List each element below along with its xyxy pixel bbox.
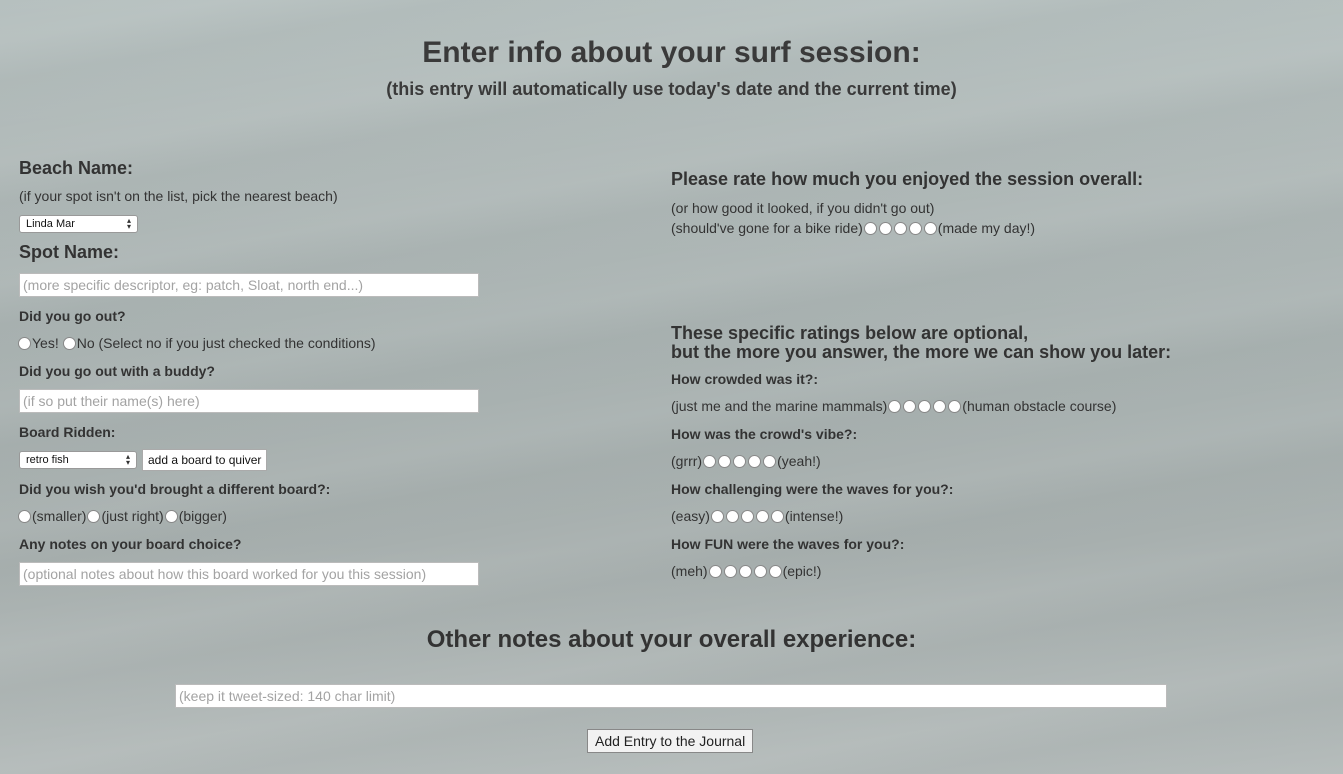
select-arrows-icon: ▴ ▾ <box>126 216 131 231</box>
went-out-no-label: No (Select no if you just checked the co… <box>76 335 376 351</box>
fun-question: How FUN were the waves for you?: <box>671 536 905 552</box>
crowded-high-label: (human obstacle course) <box>962 398 1117 414</box>
fun-5-radio[interactable] <box>768 564 782 578</box>
vibe-scale: (grrr) (yeah!) <box>671 453 821 469</box>
vibe-high-label: (yeah!) <box>777 453 821 469</box>
overall-rating-2-radio[interactable] <box>878 221 892 235</box>
challenge-5-radio[interactable] <box>770 509 784 523</box>
spot-name-label: Spot Name: <box>19 242 120 262</box>
page-subtitle: (this entry will automatically use today… <box>386 79 957 99</box>
crowded-5-radio[interactable] <box>948 399 962 413</box>
page-title: Enter info about your surf session: <box>422 36 921 69</box>
board-smaller-label: (smaller) <box>32 508 87 524</box>
went-out-label: Did you go out? <box>19 308 126 324</box>
overall-rating-5-radio[interactable] <box>923 221 937 235</box>
challenge-low-label: (easy) <box>671 508 710 524</box>
crowded-1-radio[interactable] <box>888 399 902 413</box>
board-notes-input[interactable] <box>19 562 479 586</box>
spot-name-input[interactable] <box>19 273 479 297</box>
crowded-low-label: (just me and the marine mammals) <box>671 398 888 414</box>
crowded-scale: (just me and the marine mammals) (human … <box>671 398 1116 414</box>
challenge-4-radio[interactable] <box>755 509 769 523</box>
board-select-value: retro fish <box>26 454 69 466</box>
overall-rating-4-radio[interactable] <box>908 221 922 235</box>
buddy-input[interactable] <box>19 389 479 413</box>
board-just-right-label: (just right) <box>101 508 164 524</box>
overall-rating-hint: (or how good it looked, if you didn't go… <box>671 200 935 216</box>
challenge-scale: (easy) (intense!) <box>671 508 843 524</box>
other-notes-input[interactable] <box>175 684 1167 708</box>
overall-high-label: (made my day!) <box>937 220 1036 236</box>
beach-name-hint: (if your spot isn't on the list, pick th… <box>19 188 338 204</box>
other-notes-heading: Other notes about your overall experienc… <box>426 626 917 653</box>
board-bigger-label: (bigger) <box>178 508 227 524</box>
beach-select-value: Linda Mar <box>26 218 75 230</box>
vibe-question: How was the crowd's vibe?: <box>671 426 858 442</box>
beach-select[interactable]: Linda Mar ▴ ▾ <box>19 215 138 233</box>
board-just-right-radio[interactable] <box>87 509 101 523</box>
challenge-high-label: (intense!) <box>784 508 844 524</box>
vibe-low-label: (grrr) <box>671 453 703 469</box>
crowded-question: How crowded was it?: <box>671 371 819 387</box>
went-out-yes-label: Yes! <box>32 335 59 351</box>
vibe-5-radio[interactable] <box>763 454 777 468</box>
fun-2-radio[interactable] <box>723 564 737 578</box>
went-out-yes-radio[interactable] <box>18 336 31 350</box>
fun-1-radio[interactable] <box>708 564 722 578</box>
challenge-2-radio[interactable] <box>725 509 739 523</box>
crowded-4-radio[interactable] <box>933 399 947 413</box>
fun-3-radio[interactable] <box>738 564 752 578</box>
challenge-1-radio[interactable] <box>710 509 724 523</box>
overall-rating-label: Please rate how much you enjoyed the ses… <box>671 169 1144 189</box>
board-ridden-label: Board Ridden: <box>19 424 116 440</box>
different-board-options: (smaller) (just right) (bigger) <box>17 508 227 524</box>
overall-low-label: (should've gone for a bike ride) <box>671 220 863 236</box>
board-notes-label: Any notes on your board choice? <box>19 536 242 552</box>
fun-low-label: (meh) <box>671 563 708 579</box>
overall-rating-3-radio[interactable] <box>893 221 907 235</box>
beach-name-label: Beach Name: <box>19 158 134 178</box>
board-bigger-radio[interactable] <box>164 509 178 523</box>
fun-scale: (meh) (epic!) <box>671 563 821 579</box>
went-out-no-radio[interactable] <box>62 336 76 350</box>
add-board-button[interactable]: add a board to quiver <box>142 449 268 471</box>
vibe-3-radio[interactable] <box>733 454 747 468</box>
add-entry-button[interactable]: Add Entry to the Journal <box>587 729 754 753</box>
went-out-options: Yes! No (Select no if you just checked t… <box>17 335 376 351</box>
vibe-1-radio[interactable] <box>703 454 717 468</box>
optional-ratings-heading: These specific ratings below are optiona… <box>671 324 1171 362</box>
optional-ratings-line1: These specific ratings below are optiona… <box>671 323 1029 343</box>
overall-rating-scale: (should've gone for a bike ride) (made m… <box>671 220 1035 236</box>
board-select[interactable]: retro fish ▴ ▾ <box>19 451 137 469</box>
challenge-question: How challenging were the waves for you?: <box>671 481 954 497</box>
crowded-2-radio[interactable] <box>903 399 917 413</box>
vibe-2-radio[interactable] <box>718 454 732 468</box>
fun-4-radio[interactable] <box>753 564 767 578</box>
challenge-3-radio[interactable] <box>740 509 754 523</box>
vibe-4-radio[interactable] <box>748 454 762 468</box>
different-board-label: Did you wish you'd brought a different b… <box>19 481 331 497</box>
optional-ratings-line2: but the more you answer, the more we can… <box>671 342 1172 362</box>
buddy-label: Did you go out with a buddy? <box>19 363 215 379</box>
crowded-3-radio[interactable] <box>918 399 932 413</box>
select-arrows-icon: ▴ ▾ <box>125 452 130 467</box>
fun-high-label: (epic!) <box>782 563 822 579</box>
overall-rating-1-radio[interactable] <box>863 221 877 235</box>
board-smaller-radio[interactable] <box>18 509 31 523</box>
